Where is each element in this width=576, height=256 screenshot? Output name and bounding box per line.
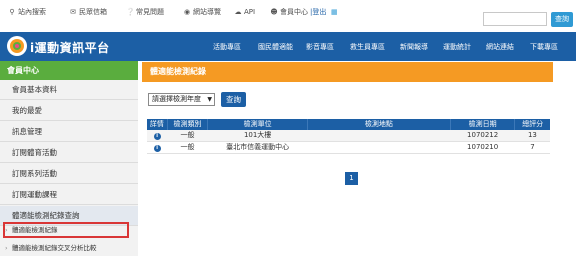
site-logo-text: i運動資訊平台 <box>30 41 110 55</box>
col-header-category: 檢測類別 <box>167 119 209 130</box>
chevron-right-icon: › <box>5 244 8 252</box>
chevron-down-icon: ▼ <box>207 96 212 103</box>
sidebar-item-favorites[interactable]: 我的最愛 <box>0 101 138 121</box>
location-cell <box>307 130 451 142</box>
category-cell: 一般 <box>167 141 208 154</box>
faq-link[interactable]: ❔常見問題 <box>126 6 164 18</box>
logo-mark-icon <box>7 36 27 56</box>
site-logo[interactable]: i運動資訊平台 <box>6 35 131 59</box>
site-search-button[interactable]: 查詢 <box>551 12 573 27</box>
member-center-link[interactable]: ☻ 會員中心 <box>270 6 308 18</box>
info-icon[interactable]: i <box>153 145 161 152</box>
date-cell: 1070212 <box>450 130 515 142</box>
globe-icon: ◉ <box>183 8 191 16</box>
nav-item-events[interactable]: 活動專區 <box>213 42 241 52</box>
sidebar-item-subscribe-series[interactable]: 訂閱系列活動 <box>0 164 138 184</box>
col-header-detail: 詳情 <box>147 119 168 130</box>
sidebar-item-member-profile[interactable]: 會員基本資料 <box>0 80 138 100</box>
search-icon: ⚲ <box>9 8 15 16</box>
cloud-icon: ☁ <box>234 8 242 16</box>
nav-item-links[interactable]: 網站連結 <box>486 42 514 52</box>
highlight-box <box>3 222 129 238</box>
score-cell: 13 <box>514 130 550 142</box>
nav-item-fitness[interactable]: 國民體適能 <box>258 42 293 52</box>
year-select[interactable]: 請選擇檢測年度 ▼ <box>148 93 215 106</box>
site-map-link[interactable]: ◉ 網站導覽 <box>183 6 221 18</box>
sidebar-item-subscribe-courses[interactable]: 訂閱運動課程 <box>0 185 138 205</box>
info-icon[interactable]: i <box>153 133 161 140</box>
col-header-score: 總評分 <box>514 119 550 130</box>
question-icon: ❔ <box>126 8 135 16</box>
year-select-value: 請選擇檢測年度 <box>152 95 201 103</box>
unit-cell: 臺北市信義運動中心 <box>207 141 308 154</box>
detail-cell: i <box>147 141 168 154</box>
unit-cell: 101大樓 <box>207 130 308 142</box>
utility-bar: ⚲ 站內搜索 ✉ 民眾信箱 ❔常見問題 ◉ 網站導覽 ☁ API ☻ 會員中心 |登出 ▦… <box>0 0 576 32</box>
table-header-row: 詳情 檢測類別 檢測單位 檢測地點 檢測日期 總評分 <box>147 119 550 130</box>
sidebar-item-subscribe-events[interactable]: 訂閱體育活動 <box>0 143 138 163</box>
accessibility-icon[interactable]: ▦ <box>331 6 338 18</box>
category-cell: 一般 <box>167 130 208 142</box>
logout-link[interactable]: |登出 <box>310 6 326 18</box>
nav-item-news[interactable]: 新聞報導 <box>400 42 428 52</box>
col-header-location: 檢測地點 <box>307 119 451 130</box>
records-table: 詳情 檢測類別 檢測單位 檢測地點 檢測日期 總評分 i 一般 101大樓 10… <box>147 119 550 154</box>
nav-item-lifeguard[interactable]: 救生員專區 <box>350 42 385 52</box>
table-row: i 一般 101大樓 1070212 13 <box>147 130 550 142</box>
pagination-page-1[interactable]: 1 <box>345 172 358 185</box>
sidebar-subitem-cross-analysis[interactable]: › 體適能檢測紀錄交叉分析比較 <box>0 240 138 256</box>
score-cell: 7 <box>514 141 550 154</box>
sidebar-title: 會員中心 <box>0 61 138 80</box>
date-cell: 1070210 <box>450 141 515 154</box>
col-header-date: 檢測日期 <box>450 119 516 130</box>
sidebar-item-messages[interactable]: 訊息管理 <box>0 122 138 142</box>
mailbox-link[interactable]: ✉ 民眾信箱 <box>69 6 107 18</box>
nav-item-downloads[interactable]: 下載專區 <box>530 42 558 52</box>
nav-item-video[interactable]: 影音專區 <box>306 42 334 52</box>
nav-item-statistics[interactable]: 運動統計 <box>443 42 471 52</box>
content-title: 體適能檢測紀錄 <box>142 62 553 82</box>
table-row: i 一般 臺北市信義運動中心 1070210 7 <box>147 141 550 154</box>
location-cell <box>307 141 451 154</box>
query-button[interactable]: 查詢 <box>221 92 246 107</box>
api-link[interactable]: ☁ API <box>234 6 256 18</box>
site-search-link[interactable]: ⚲ 站內搜索 <box>8 6 46 18</box>
col-header-unit: 檢測單位 <box>207 119 308 130</box>
site-search-input[interactable] <box>483 12 547 26</box>
detail-cell: i <box>147 130 168 142</box>
mail-icon: ✉ <box>70 8 76 16</box>
user-icon: ☻ <box>270 8 278 16</box>
